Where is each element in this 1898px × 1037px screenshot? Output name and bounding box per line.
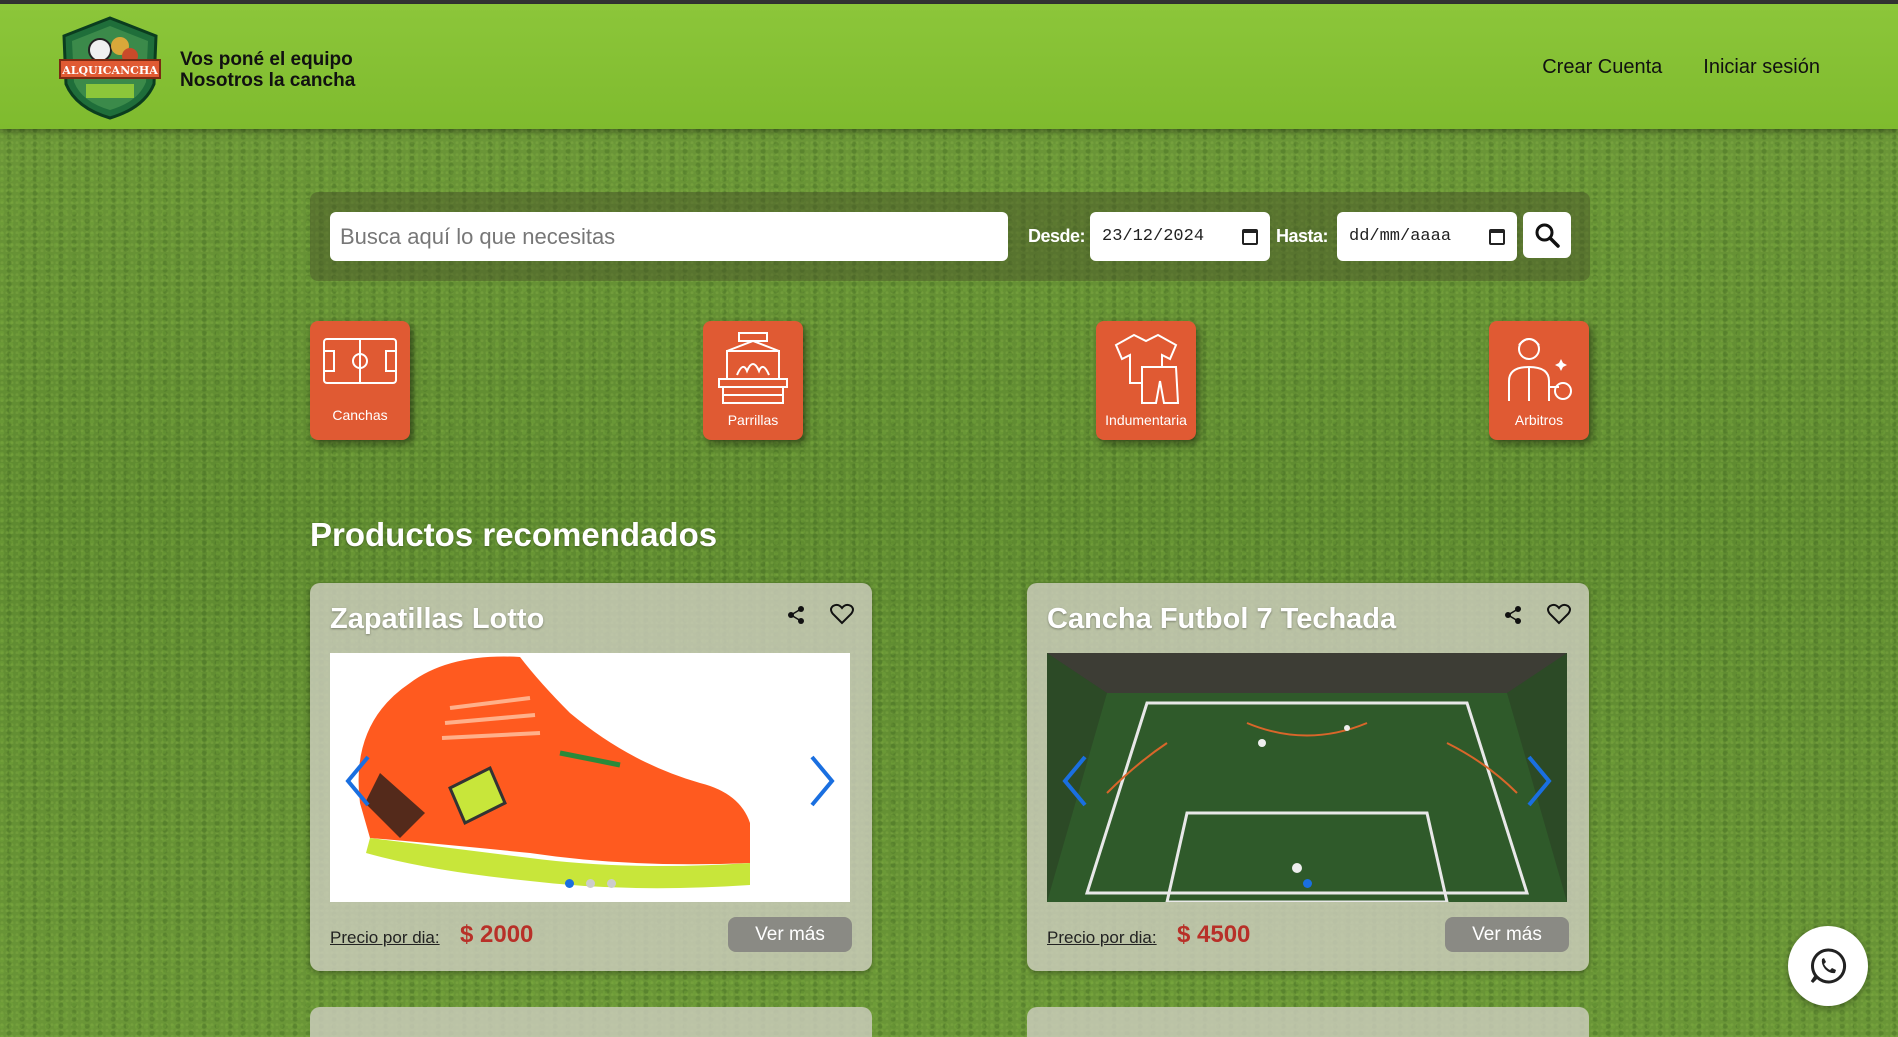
from-date-value: 23/12/2024 (1102, 227, 1205, 246)
search-bar: Desde: 23/12/2024 Hasta: dd/mm/aaaa (310, 192, 1590, 281)
clothing-icon (1114, 333, 1180, 404)
site-header: ALQUICANCHA Vos poné el equipo Nosotros … (0, 4, 1898, 129)
share-icon[interactable] (1503, 605, 1523, 625)
price-value: $ 4500 (1177, 921, 1251, 948)
carousel-dot[interactable] (585, 879, 595, 888)
whatsapp-button[interactable] (1788, 926, 1868, 1006)
alquicancha-logo[interactable]: ALQUICANCHA (58, 14, 162, 122)
heart-icon[interactable] (830, 603, 854, 625)
from-date-label: Desde: (1028, 226, 1086, 246)
category-canchas[interactable]: Canchas (310, 321, 410, 440)
section-title: Productos recomendados (310, 516, 718, 553)
share-icon[interactable] (786, 605, 806, 625)
referee-icon (1508, 338, 1572, 401)
to-date-value: dd/mm/aaaa (1349, 227, 1452, 246)
category-label: Indumentaria (1105, 412, 1187, 428)
carousel-prev-icon[interactable] (1059, 753, 1091, 809)
carousel-dots (330, 879, 850, 888)
calendar-icon[interactable] (1489, 228, 1505, 245)
search-button[interactable] (1523, 212, 1571, 258)
from-date-input[interactable]: 23/12/2024 (1090, 212, 1270, 261)
price-label: Precio por dia: (1047, 928, 1157, 947)
category-arbitros[interactable]: Arbitros (1489, 321, 1589, 440)
sign-in-link[interactable]: Iniciar sesión (1703, 56, 1820, 79)
grill-icon (718, 332, 788, 404)
product-image (330, 653, 850, 902)
product-image (1047, 653, 1567, 902)
carousel-dot[interactable] (606, 879, 616, 888)
product-card (310, 1007, 872, 1037)
orange-soccer-shoe-image (358, 656, 750, 889)
category-parrillas[interactable]: Parrillas (703, 321, 803, 440)
product-title: Cancha Futbol 7 Techada (1047, 603, 1397, 635)
search-input[interactable] (330, 212, 1008, 261)
price-label: Precio por dia: (330, 928, 440, 947)
logo-text: ALQUICANCHA (61, 64, 158, 77)
product-card (1027, 1007, 1589, 1037)
product-title: Zapatillas Lotto (330, 603, 545, 635)
soccer-field-icon (323, 338, 397, 384)
carousel-dot[interactable] (564, 879, 574, 888)
tagline-line-1: Vos poné el equipo (180, 49, 353, 70)
to-date-input[interactable]: dd/mm/aaaa (1337, 212, 1517, 261)
carousel-dots (1047, 879, 1567, 888)
header-nav: Crear Cuenta Iniciar sesión (1542, 56, 1820, 79)
carousel-dot[interactable] (1302, 879, 1312, 888)
category-indumentaria[interactable]: Indumentaria (1096, 321, 1196, 440)
carousel-next-icon[interactable] (1523, 753, 1555, 809)
tagline-line-2: Nosotros la cancha (180, 70, 356, 91)
category-label: Parrillas (727, 412, 779, 428)
to-date-label: Hasta: (1276, 226, 1329, 246)
create-account-link[interactable]: Crear Cuenta (1542, 56, 1662, 79)
carousel-prev-icon[interactable] (342, 753, 374, 809)
price-value: $ 2000 (460, 921, 534, 948)
whatsapp-icon (1810, 948, 1847, 984)
product-card: Cancha Futbol 7 Techada Precio por dia: (1027, 583, 1589, 971)
category-label: Arbitros (1514, 412, 1564, 428)
tagline: Vos poné el equipo Nosotros la cancha (180, 49, 355, 91)
calendar-icon[interactable] (1242, 228, 1258, 245)
see-more-button[interactable]: Ver más (728, 917, 852, 952)
carousel-next-icon[interactable] (806, 753, 838, 809)
heart-icon[interactable] (1547, 603, 1571, 625)
search-icon (1535, 223, 1560, 248)
category-label: Canchas (332, 407, 388, 423)
product-card: Zapatillas Lotto Precio por dia: $ 2000 … (310, 583, 872, 971)
see-more-button[interactable]: Ver más (1445, 917, 1569, 952)
indoor-soccer-field-image (1047, 653, 1567, 902)
